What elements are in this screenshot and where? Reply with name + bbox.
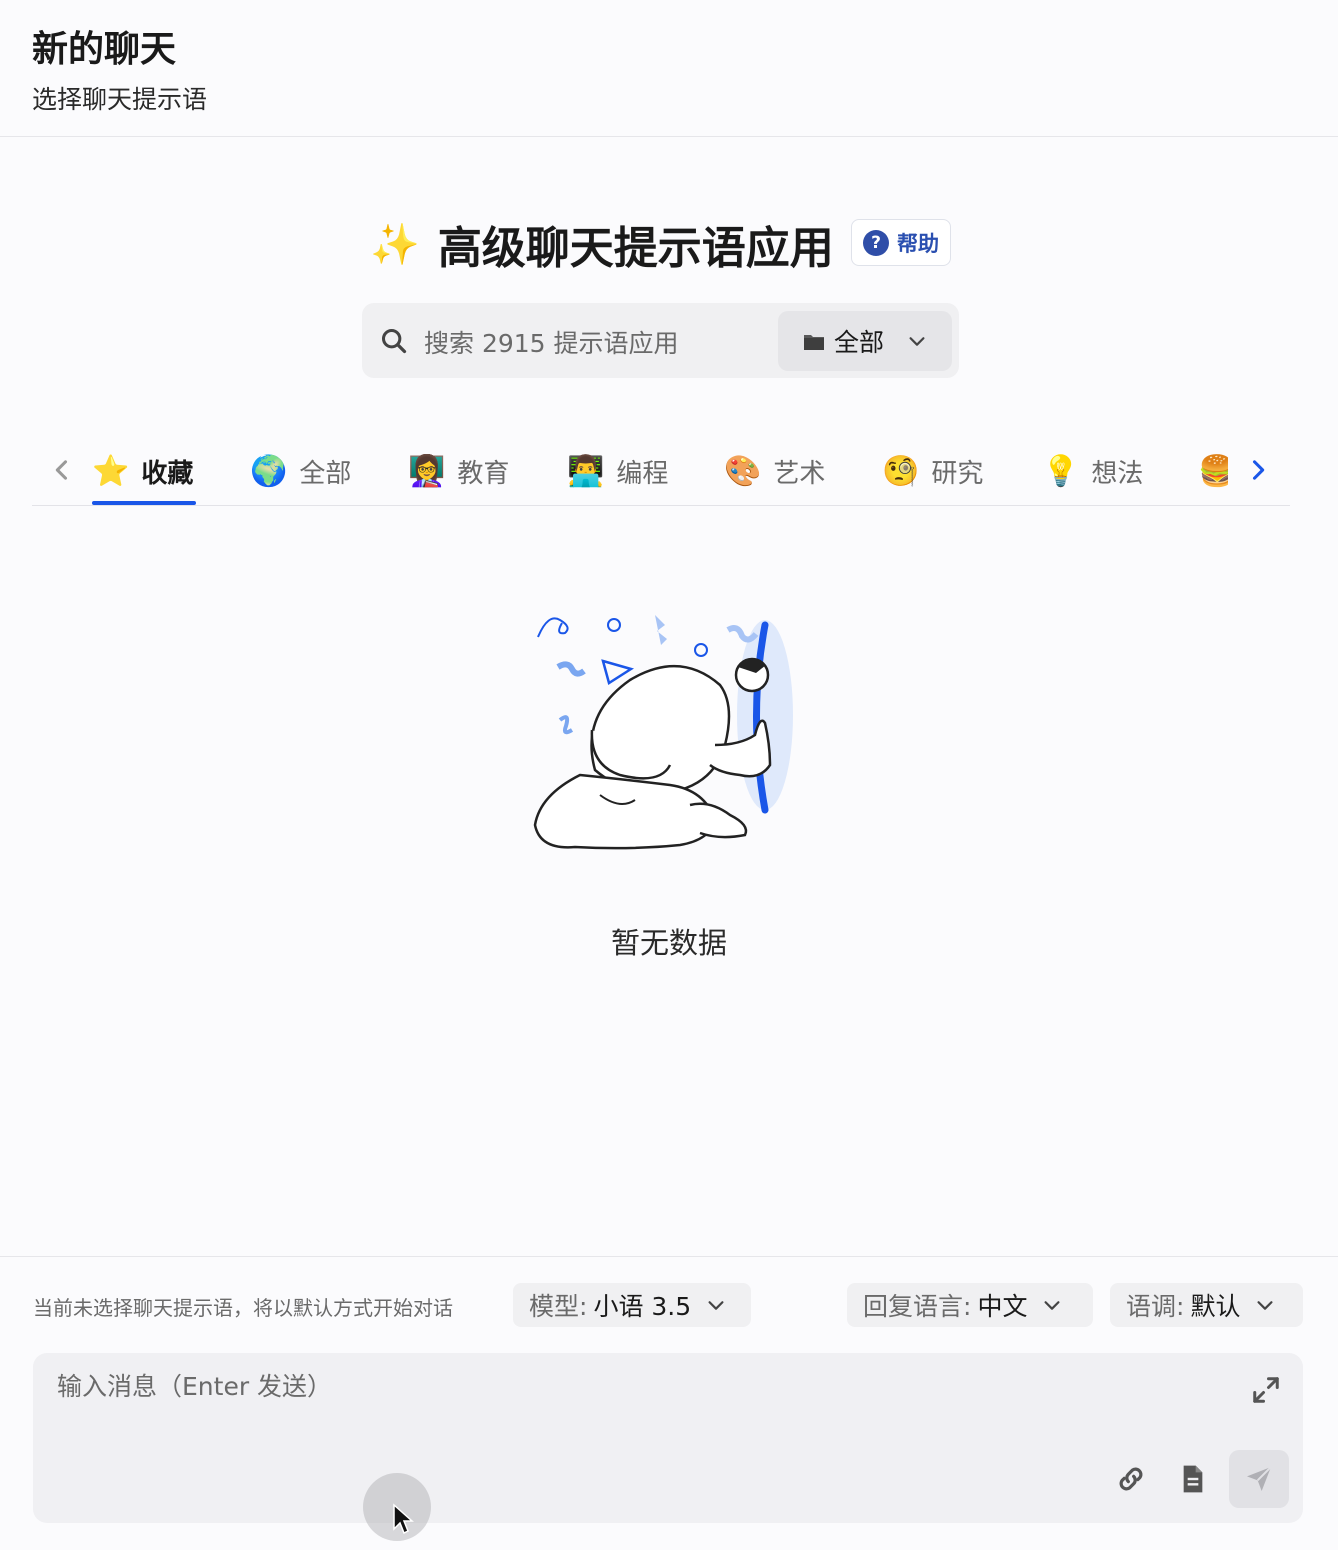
search-input[interactable]: 搜索 2915 提示语应用	[424, 324, 679, 360]
hero-title-text: 高级聊天提示语应用	[437, 223, 834, 274]
tab-label: 研究	[931, 458, 984, 489]
tone-label: 语调:	[1126, 1292, 1185, 1321]
reply-language-value: 中文	[977, 1292, 1028, 1321]
chevron-right-icon[interactable]	[1244, 456, 1272, 484]
chevron-down-icon	[708, 1301, 724, 1310]
model-select[interactable]: 模型: 小语 3.5	[513, 1283, 751, 1327]
tab-research[interactable]: 🧐 研究	[882, 450, 983, 492]
teacher-icon: 👩‍🏫	[408, 453, 446, 489]
model-label: 模型:	[529, 1292, 588, 1321]
question-icon: ?	[863, 229, 889, 256]
sparkles-icon: ✨	[370, 221, 420, 268]
empty-state-text: 暂无数据	[610, 926, 727, 960]
tab-label: 艺术	[773, 458, 826, 489]
monocle-face-icon: 🧐	[882, 453, 920, 489]
send-icon	[1247, 1466, 1272, 1491]
send-button[interactable]	[1229, 1450, 1289, 1508]
tab-education[interactable]: 👩‍🏫 教育	[408, 450, 509, 492]
page-title: 新的聊天	[32, 29, 177, 70]
star-icon: ⭐	[92, 453, 130, 489]
search-icon	[381, 328, 407, 354]
no-prompt-hint: 当前未选择聊天提示语，将以默认方式开始对话	[33, 1296, 453, 1320]
expand-icon[interactable]	[1251, 1375, 1281, 1405]
tab-programming[interactable]: 👨‍💻 编程	[567, 450, 668, 492]
hero-title: ✨ 高级聊天提示语应用	[370, 214, 834, 275]
globe-icon: 🌍	[250, 453, 288, 489]
tab-ideas[interactable]: 💡 想法	[1042, 450, 1143, 492]
message-input[interactable]: 输入消息（Enter 发送）	[57, 1367, 332, 1403]
empty-state-illustration	[533, 615, 793, 850]
chevron-down-icon	[909, 337, 925, 346]
folder-icon	[804, 335, 824, 350]
tab-label: 教育	[457, 458, 510, 489]
tab-label: 收藏	[141, 458, 194, 489]
help-button[interactable]: ? 帮助	[851, 219, 951, 266]
link-icon[interactable]	[1115, 1463, 1147, 1495]
burger-icon: 🍔	[1198, 453, 1228, 489]
mouse-cursor-icon	[393, 1503, 414, 1535]
tab-favorites[interactable]: ⭐ 收藏	[92, 450, 193, 492]
chevron-down-icon	[1257, 1301, 1273, 1310]
chevron-left-icon[interactable]	[48, 456, 76, 484]
chat-header: 新的聊天 选择聊天提示语	[0, 0, 1338, 137]
category-label: 全部	[834, 328, 885, 357]
tab-all[interactable]: 🌍 全部	[250, 450, 351, 492]
reply-language-select[interactable]: 回复语言: 中文	[847, 1283, 1093, 1327]
tone-value: 默认	[1190, 1292, 1241, 1321]
chevron-down-icon	[1044, 1301, 1060, 1310]
page-subtitle: 选择聊天提示语	[32, 85, 208, 114]
tab-art[interactable]: 🎨 艺术	[724, 450, 825, 492]
tone-select[interactable]: 语调: 默认	[1110, 1283, 1303, 1327]
footer-divider	[0, 1256, 1338, 1257]
category-tabs: ⭐ 收藏 🌍 全部 👩‍🏫 教育 👨‍💻 编程 🎨 艺术 🧐 研究 💡 想法 🍔	[32, 436, 1290, 506]
reply-language-label: 回复语言:	[863, 1292, 972, 1321]
active-tab-indicator	[92, 501, 196, 505]
category-dropdown[interactable]: 全部	[778, 311, 952, 371]
lightbulb-icon: 💡	[1042, 453, 1080, 489]
document-icon[interactable]	[1177, 1463, 1209, 1495]
palette-icon: 🎨	[724, 453, 762, 489]
tab-label: 全部	[299, 458, 352, 489]
tab-label: 编程	[616, 458, 669, 489]
help-label: 帮助	[897, 231, 939, 256]
search-bar[interactable]: 搜索 2915 提示语应用 全部	[362, 303, 959, 378]
tab-label: 想法	[1091, 458, 1144, 489]
message-composer[interactable]: 输入消息（Enter 发送）	[33, 1353, 1303, 1523]
model-value: 小语 3.5	[593, 1292, 692, 1321]
technologist-icon: 👨‍💻	[567, 453, 605, 489]
tab-food[interactable]: 🍔	[1198, 450, 1228, 492]
